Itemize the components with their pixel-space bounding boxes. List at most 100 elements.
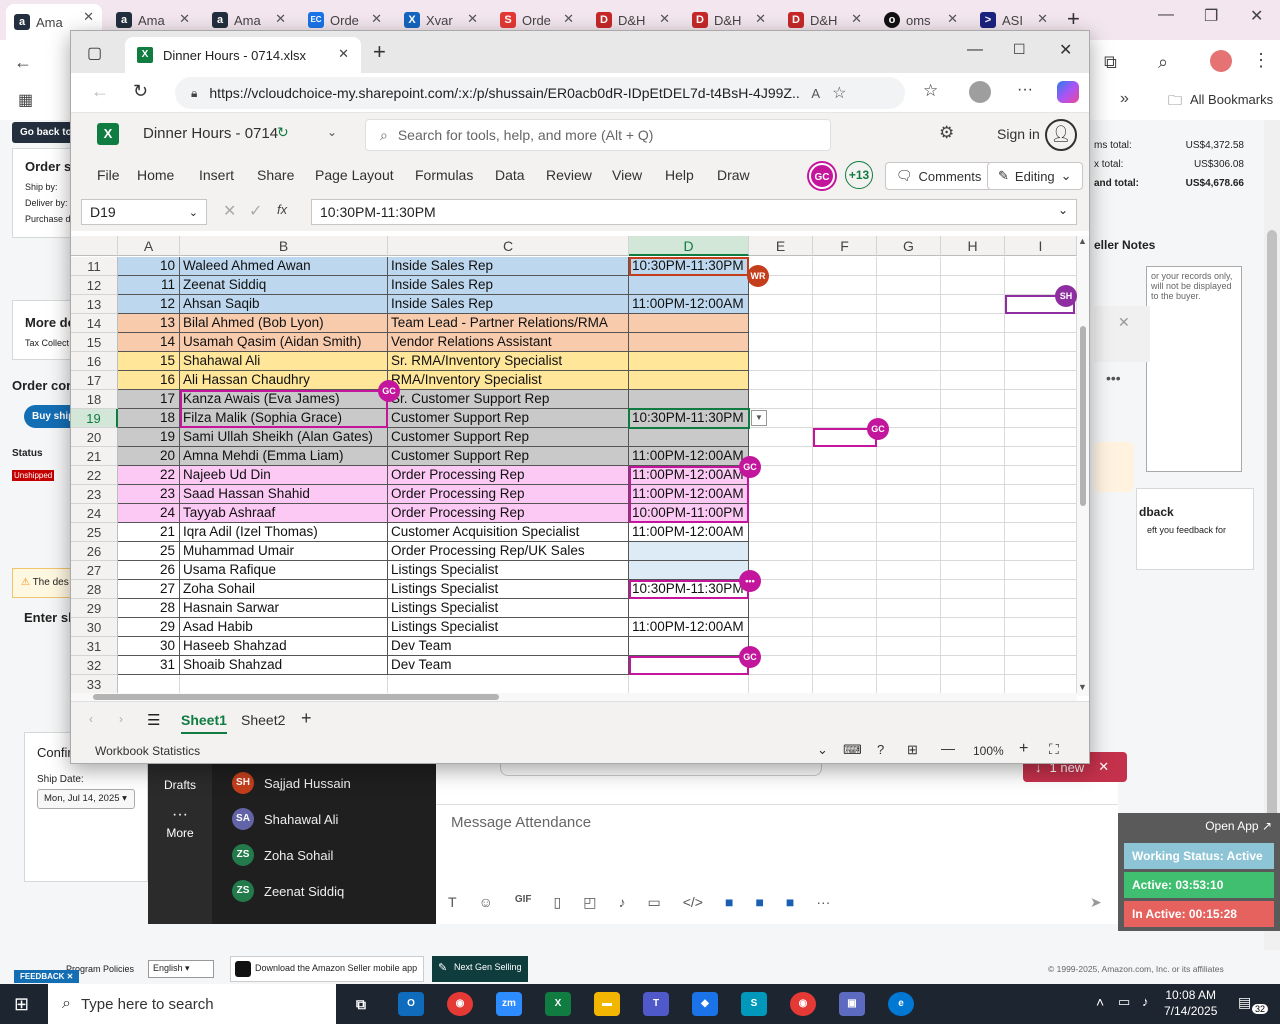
cell-c-13[interactable]: Inside Sales Rep bbox=[388, 295, 629, 314]
row-header[interactable]: 22 bbox=[71, 466, 118, 485]
cell-a-23[interactable]: 23 bbox=[118, 485, 180, 504]
profile-avatar[interactable] bbox=[1210, 50, 1232, 72]
add-sheet-icon[interactable]: + bbox=[301, 708, 312, 729]
empty-cell[interactable] bbox=[813, 485, 877, 504]
column-header-g[interactable]: G bbox=[877, 236, 941, 256]
cell-d-31[interactable] bbox=[629, 637, 749, 656]
empty-cell[interactable] bbox=[1005, 409, 1077, 428]
cell-c-12[interactable]: Inside Sales Rep bbox=[388, 276, 629, 295]
cell-c-28[interactable]: Listings Specialist bbox=[388, 580, 629, 599]
excel-logo-icon[interactable]: X bbox=[97, 123, 119, 145]
comments-button[interactable]: 🗨︎ Comments bbox=[885, 162, 993, 190]
empty-cell[interactable] bbox=[1005, 599, 1077, 618]
empty-cell[interactable] bbox=[877, 276, 941, 295]
empty-cell[interactable] bbox=[877, 637, 941, 656]
cell-b-23[interactable]: Saad Hassan Shahid bbox=[180, 485, 388, 504]
app-diamond-icon[interactable]: ◆ bbox=[692, 992, 718, 1016]
empty-cell[interactable] bbox=[1005, 675, 1077, 694]
empty-cell[interactable] bbox=[813, 352, 877, 371]
empty-cell[interactable] bbox=[877, 675, 941, 694]
row-header[interactable]: 14 bbox=[71, 314, 118, 333]
row-header[interactable]: 25 bbox=[71, 523, 118, 542]
cell-c-26[interactable]: Order Processing Rep/UK Sales bbox=[388, 542, 629, 561]
cell-d-14[interactable] bbox=[629, 314, 749, 333]
row-header[interactable]: 19 bbox=[71, 409, 118, 428]
collaborator-avatar[interactable]: GC bbox=[809, 163, 835, 189]
empty-cell[interactable] bbox=[1005, 257, 1077, 276]
row-header[interactable]: 20 bbox=[71, 428, 118, 447]
cell-d-26[interactable] bbox=[629, 542, 749, 561]
empty-cell[interactable] bbox=[941, 466, 1005, 485]
taskbar-search[interactable]: ⌕ Type here to search bbox=[48, 984, 336, 1024]
row-header[interactable]: 24 bbox=[71, 504, 118, 523]
scroll-thumb[interactable] bbox=[1080, 326, 1086, 506]
editing-mode-button[interactable]: ✎ Editing ⌄ bbox=[987, 162, 1083, 190]
vertical-scrollbar[interactable]: ▲ ▼ bbox=[1077, 236, 1089, 696]
row-header[interactable]: 26 bbox=[71, 542, 118, 561]
empty-cell[interactable] bbox=[1005, 618, 1077, 637]
chat-item[interactable]: SH Sajjad Hussain bbox=[232, 772, 351, 794]
empty-cell[interactable] bbox=[813, 333, 877, 352]
empty-cell[interactable] bbox=[1005, 352, 1077, 371]
empty-cell[interactable] bbox=[1005, 390, 1077, 409]
empty-cell[interactable] bbox=[941, 504, 1005, 523]
empty-cell[interactable] bbox=[813, 542, 877, 561]
column-header-h[interactable]: H bbox=[941, 236, 1005, 256]
close-icon[interactable]: ✕ bbox=[659, 11, 670, 27]
cell-a-29[interactable]: 28 bbox=[118, 599, 180, 618]
collaborator-tag[interactable]: SH bbox=[1055, 285, 1077, 307]
close-icon[interactable]: ✕ bbox=[851, 11, 862, 27]
close-icon[interactable]: ✕ bbox=[947, 11, 958, 27]
cell-a-26[interactable]: 25 bbox=[118, 542, 180, 561]
close-icon[interactable]: ✕ bbox=[179, 11, 190, 27]
chrome-icon[interactable]: ◉ bbox=[447, 992, 473, 1016]
close-icon[interactable]: ✕ bbox=[338, 46, 349, 62]
row-header[interactable]: 30 bbox=[71, 618, 118, 637]
empty-cell[interactable] bbox=[877, 618, 941, 637]
app-window-icon[interactable]: ▣ bbox=[839, 992, 865, 1016]
cell-b-29[interactable]: Hasnain Sarwar bbox=[180, 599, 388, 618]
cell-dropdown-icon[interactable]: ▼ bbox=[751, 410, 767, 426]
empty-cell[interactable] bbox=[941, 295, 1005, 314]
refresh-icon[interactable]: ↻ bbox=[133, 81, 148, 102]
favorites-icon[interactable]: ☆ bbox=[923, 81, 938, 101]
cell-d-33[interactable] bbox=[629, 675, 749, 694]
empty-cell[interactable] bbox=[877, 390, 941, 409]
chat-item[interactable]: SA Shahawal Ali bbox=[232, 808, 338, 830]
cell-b-13[interactable]: Ahsan Saqib bbox=[180, 295, 388, 314]
cell-b-31[interactable]: Haseeb Shahzad bbox=[180, 637, 388, 656]
empty-cell[interactable] bbox=[1005, 333, 1077, 352]
cell-d-21[interactable]: 11:00PM-12:00AM bbox=[629, 447, 749, 466]
cell-c-21[interactable]: Customer Support Rep bbox=[388, 447, 629, 466]
column-header-i[interactable]: I bbox=[1005, 236, 1077, 256]
empty-cell[interactable] bbox=[813, 580, 877, 599]
scroll-down-icon[interactable]: ▼ bbox=[1078, 682, 1087, 692]
close-icon[interactable]: ✕ bbox=[1037, 11, 1048, 27]
close-icon[interactable]: ✕ bbox=[1118, 314, 1130, 331]
cell-b-30[interactable]: Asad Habib bbox=[180, 618, 388, 637]
empty-cell[interactable] bbox=[941, 352, 1005, 371]
app-s-icon[interactable]: S bbox=[741, 992, 767, 1016]
prev-sheet-icon[interactable]: ‹ bbox=[89, 712, 93, 726]
empty-cell[interactable] bbox=[941, 276, 1005, 295]
tab-actions-icon[interactable]: ▢ bbox=[87, 43, 102, 63]
row-header[interactable]: 15 bbox=[71, 333, 118, 352]
task-view-icon[interactable]: ⧉ bbox=[348, 992, 374, 1016]
empty-cell[interactable] bbox=[941, 599, 1005, 618]
cell-c-33[interactable] bbox=[388, 675, 629, 694]
empty-cell[interactable] bbox=[941, 257, 1005, 276]
app1-icon[interactable]: ■ bbox=[725, 894, 733, 911]
row-header[interactable]: 13 bbox=[71, 295, 118, 314]
back-icon[interactable]: ← bbox=[91, 81, 109, 102]
cell-d-25[interactable]: 11:00PM-12:00AM bbox=[629, 523, 749, 542]
settings-gear-icon[interactable]: ⚙ bbox=[939, 123, 954, 143]
clock[interactable]: 10:08 AM 7/14/2025 bbox=[1164, 987, 1217, 1019]
excel-browser-tab[interactable]: X Dinner Hours - 0714.xlsx ✕ bbox=[125, 37, 361, 73]
cell-d-16[interactable] bbox=[629, 352, 749, 371]
tray-chevron-icon[interactable]: ˄ bbox=[1096, 994, 1104, 1010]
open-app-link[interactable]: Open App ↗ bbox=[1205, 819, 1272, 833]
empty-cell[interactable] bbox=[749, 504, 813, 523]
column-header-f[interactable]: F bbox=[813, 236, 877, 256]
zoom-icon[interactable]: zm bbox=[496, 992, 522, 1016]
empty-cell[interactable] bbox=[1005, 428, 1077, 447]
